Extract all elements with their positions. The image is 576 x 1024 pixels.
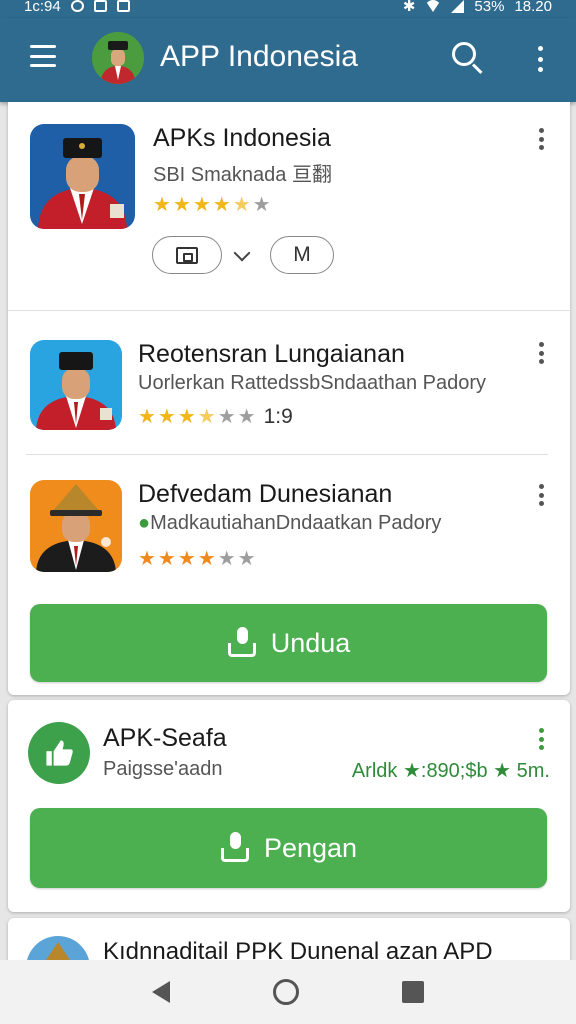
verified-badge-icon: ● [138,512,151,534]
search-icon[interactable] [452,42,486,76]
app-card: APK-Seafa Paigsse'aadn Arldk ★:890;$b ★ … [8,700,570,912]
m-chip-label: M [293,243,311,266]
list-item-rating: ★★★★★★ 1:9 [138,405,293,428]
list-item-app-icon[interactable] [30,480,122,572]
app-title: APP Indonesia [160,40,358,73]
status-time-left: 1c:94 [24,0,61,15]
list-item-rating: ★★★★★★ [138,548,258,570]
back-triangle-icon[interactable] [151,981,170,1003]
featured-more-icon[interactable] [537,128,545,150]
list-item-title[interactable]: Defvedam Dunesianan [138,480,392,509]
home-circle-icon[interactable] [272,979,299,1005]
list-item-more-icon[interactable] [537,342,545,364]
download-button-label: Undua [270,627,351,658]
folder-icon [176,246,198,264]
hamburger-menu-icon[interactable] [30,45,56,67]
app-bar: APP Indonesia [0,18,576,102]
featured-rating-stars: ★★★★★★ [153,194,273,216]
list-item-subtitle: ●MadkautiahanDndaatkan Padory [138,512,442,534]
recent-square-icon[interactable] [402,981,425,1003]
list-item-title[interactable]: Reotensran Lungaianan [138,340,405,369]
app-notification-icon [116,0,130,12]
app-card-subtitle: Paigsse'aadn [103,758,223,780]
m-chip-button[interactable]: M [270,236,334,274]
list-item-subtitle: Uorlerkan RattedssbSndaathan Padory [138,372,486,394]
app-card-meta: Arldk ★:890;$b ★ 5m. [351,760,550,782]
folder-chip-button[interactable] [152,236,222,274]
featured-app-icon[interactable] [30,124,135,229]
app-card-title[interactable]: APK-Seafa [103,724,227,753]
chevron-down-icon[interactable] [233,244,251,262]
list-item-more-icon[interactable] [537,484,545,506]
more-vert-icon[interactable] [536,46,544,72]
rating-count: 1:9 [263,405,293,428]
app-list-card: APKs Indonesia SBI Smaknada 亘翻 ★★★★★★ M … [8,102,570,695]
download-icon [227,627,257,659]
download-icon [220,832,250,864]
status-bar: 1c:94 ✱ 53% 18.20 [0,0,576,18]
list-item-app-icon[interactable] [30,340,122,430]
app-notification-icon [93,0,107,12]
install-button[interactable]: Pengan [30,808,547,888]
system-nav-bar [0,960,576,1024]
app-card-more-icon[interactable] [537,728,545,750]
battery-percent: 53% [474,0,505,15]
list-divider [26,454,548,455]
notification-icon [70,0,84,12]
download-button[interactable]: Undua [30,604,547,682]
status-time-right: 18.20 [514,0,552,15]
wifi-icon [425,0,442,12]
signal-icon [451,0,465,13]
section-divider [8,310,570,311]
bluetooth-icon: ✱ [402,0,416,15]
featured-app-title[interactable]: APKs Indonesia [153,124,331,153]
app-logo-avatar [92,32,144,84]
featured-app-subtitle: SBI Smaknada 亘翻 [153,164,332,186]
install-button-label: Pengan [263,832,358,863]
thumbs-up-app-icon[interactable] [28,722,90,784]
